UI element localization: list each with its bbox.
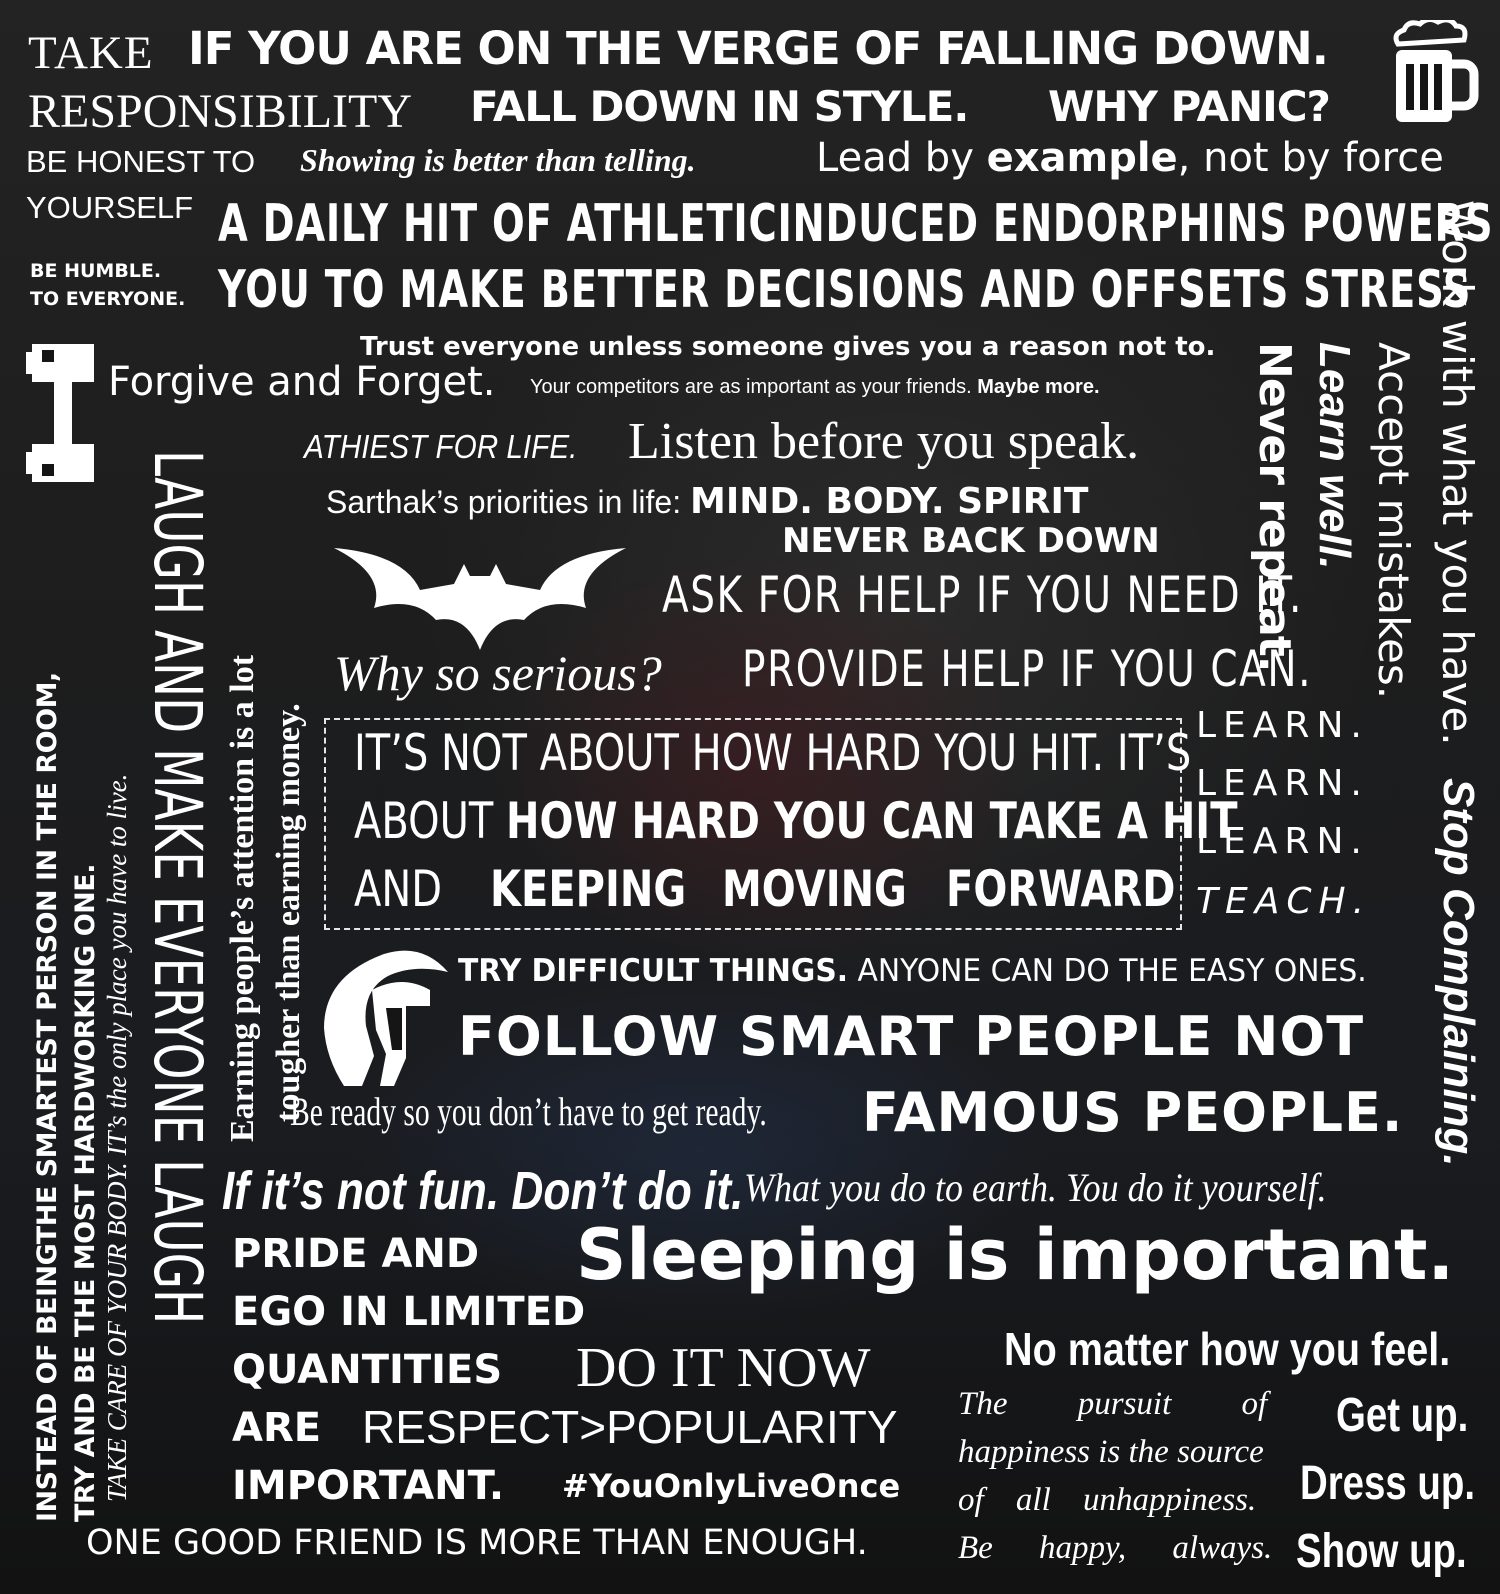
quote-hard-hit-text: HOW HARD YOU CAN TAKE A HIT [506, 792, 1238, 850]
pride-line-4: ARE [232, 1405, 322, 1451]
spartan-helmet-icon [324, 950, 448, 1086]
listen-text: Listen before you speak. [628, 413, 1140, 470]
get-up-text: Get up. [1336, 1389, 1469, 1442]
one-friend-text: ONE GOOD FRIEND IS MORE THAN ENOUGH. [86, 1523, 868, 1563]
body-care-text: TAKE CARE OF YOUR BODY. IT’s the only pl… [102, 773, 132, 1502]
pursuit-line-1: The pursuit of [958, 1386, 1268, 1422]
learn-text-3: LEARN. [1196, 821, 1369, 862]
mind-body-spirit-text: MIND. BODY. SPIRIT [690, 481, 1089, 522]
pursuit-line-2: happiness is the source [958, 1434, 1264, 1470]
lead-by-line: Lead by example, not by force [816, 138, 1444, 178]
quote-poster: TAKE IF YOU ARE ON THE VERGE OF FALLING … [0, 0, 1500, 1594]
ask-help-text: ASK FOR HELP IF YOU NEED IT. [662, 566, 1303, 624]
stop-complaining-text: Stop Complaining. [1434, 778, 1483, 1167]
beer-mug-icon [1393, 20, 1479, 122]
learn-text-2: LEARN. [1196, 763, 1369, 804]
follow-smart-text: FOLLOW SMART PEOPLE NOT [458, 1005, 1365, 1068]
never-repeat-text: Never repeat. [1249, 342, 1300, 672]
be-humble-text: BE HUMBLE. [30, 260, 162, 282]
no-matter-text: No matter how you feel. [1004, 1323, 1451, 1375]
quote-line-2: ABOUT HOW HARD YOU CAN TAKE A HIT [354, 796, 1237, 846]
learn-well-text: Learn well. [1310, 342, 1359, 570]
take-text: TAKE [28, 27, 154, 79]
hardworking-text: TRY AND BE THE MOST HARDWORKING ONE. [70, 864, 101, 1522]
show-up-text: Show up. [1296, 1525, 1467, 1578]
lead-by-text: Lead by [816, 135, 987, 181]
athiest-text: ATHIEST FOR LIFE. [304, 428, 578, 465]
quote-forward-text: FORWARD [946, 860, 1176, 918]
verge-text: IF YOU ARE ON THE VERGE OF FALLING DOWN. [188, 22, 1329, 75]
yourself-text: YOURSELF [26, 190, 194, 225]
smartest-text: INSTEAD OF BEINGTHE SMARTEST PERSON IN T… [32, 672, 63, 1522]
yolo-text: #YouOnlyLiveOnce [562, 1467, 901, 1505]
maybe-more-text: Maybe more. [977, 376, 1100, 398]
quote-and-text: AND [354, 860, 443, 918]
earning-line-2: tougher than earning money. [270, 703, 307, 1122]
endorphins-line-2: YOU TO MAKE BETTER DECISIONS AND OFFSETS… [218, 260, 1472, 320]
sleeping-text: Sleeping is important. [576, 1214, 1455, 1296]
provide-help-text: PROVIDE HELP IF YOU CAN. [742, 640, 1313, 698]
competitors-line: Your competitors are as important as you… [530, 377, 1100, 397]
not-by-force-text: , not by force [1177, 135, 1444, 181]
to-everyone-text: TO EVERYONE. [30, 288, 186, 310]
why-serious-text: Why so serious? [334, 645, 662, 701]
earning-line-1: Earning people’s attention is a lot [224, 654, 261, 1142]
why-panic-text: WHY PANIC? [1048, 82, 1331, 131]
pride-line-1: PRIDE AND [232, 1231, 480, 1277]
competitors-text: Your competitors are as important as you… [530, 376, 978, 398]
try-difficult-line: TRY DIFFICULT THINGS. ANYONE CAN DO THE … [458, 956, 1367, 987]
quote-about-text: ABOUT [354, 792, 507, 850]
learn-text-1: LEARN. [1196, 705, 1369, 746]
trust-everyone-text: Trust everyone unless someone gives you … [360, 332, 1216, 362]
dumbbell-icon [26, 344, 94, 482]
priorities-line: Sarthak’s priorities in life: MIND. BODY… [326, 484, 1088, 520]
earth-text: What you do to earth. You do it yourself… [744, 1165, 1327, 1210]
pride-line-3: QUANTITIES [232, 1347, 503, 1393]
pursuit-line-3: of all unhappiness. [958, 1482, 1257, 1518]
work-with-text: Work with what you have. [1433, 200, 1482, 746]
endorphins-line-1: A DAILY HIT OF ATHLETICINDUCED ENDORPHIN… [218, 194, 1494, 254]
pursuit-line-4: Be happy, always. [958, 1530, 1273, 1566]
laugh-text: LAUGH AND MAKE EVERYONE LAUGH [139, 450, 216, 1325]
be-honest-text: BE HONEST TO [26, 144, 256, 179]
bat-logo-icon [334, 548, 626, 650]
not-fun-text: If it’s not fun. Don’t do it. [222, 1161, 744, 1221]
try-difficult-text: TRY DIFFICULT THINGS. [458, 953, 849, 989]
priorities-text: Sarthak’s priorities in life: [326, 484, 690, 520]
be-ready-text: Be ready so you don’t have to get ready. [290, 1089, 767, 1134]
do-it-now-text: DO IT NOW [576, 1337, 871, 1399]
showing-text: Showing is better than telling. [300, 142, 696, 178]
pride-line-2: EGO IN LIMITED [232, 1289, 586, 1335]
quote-line-1: IT’S NOT ABOUT HOW HARD YOU HIT. IT’S [354, 724, 1192, 782]
teach-text: TEACH. [1196, 881, 1372, 922]
dress-up-text: Dress up. [1300, 1457, 1475, 1510]
pride-line-5: IMPORTANT. [232, 1463, 505, 1509]
forgive-text: Forgive and Forget. [108, 359, 496, 405]
example-text: example [986, 135, 1178, 181]
anyone-can-text: ANYONE CAN DO THE EASY ONES. [848, 953, 1367, 989]
responsibility-text: RESPONSIBILITY [28, 85, 413, 138]
never-back-down-text: NEVER BACK DOWN [782, 521, 1160, 561]
famous-people-text: FAMOUS PEOPLE. [862, 1081, 1404, 1144]
quote-keeping-text: KEEPING [490, 860, 687, 918]
fall-style-text: FALL DOWN IN STYLE. [470, 82, 969, 131]
quote-moving-text: MOVING [722, 860, 907, 918]
respect-text: RESPECT>POPULARITY [362, 1401, 898, 1453]
accept-mistakes-text: Accept mistakes. [1369, 342, 1418, 700]
